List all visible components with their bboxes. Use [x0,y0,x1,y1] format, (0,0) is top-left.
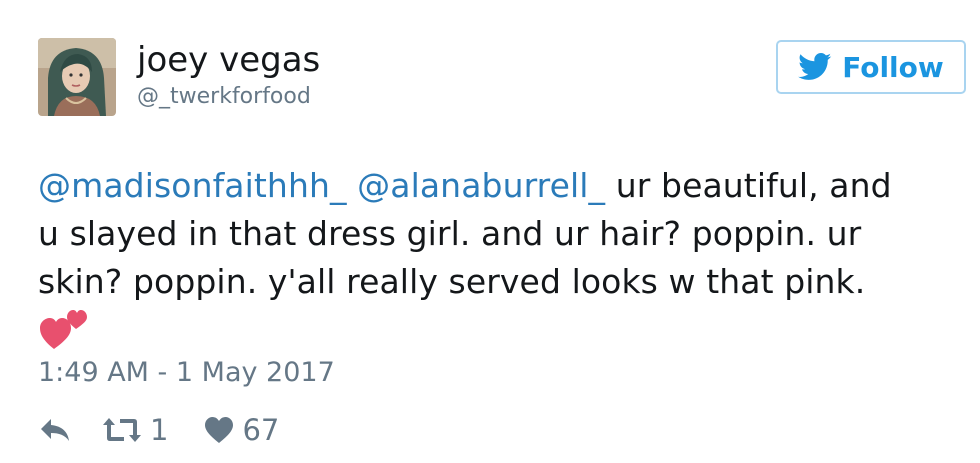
mention-link[interactable]: @alanaburrell_ [357,166,605,205]
follow-button[interactable]: Follow [776,40,966,94]
reply-icon [41,419,69,441]
twitter-bird-icon [798,53,832,80]
reply-button[interactable] [38,417,72,443]
avatar[interactable] [38,38,116,116]
retweet-button[interactable]: 1 [102,413,168,447]
profile-photo [38,38,116,116]
display-name[interactable]: joey vegas [137,38,320,82]
retweet-icon [103,418,141,442]
retweet-count: 1 [150,413,169,447]
follow-label: Follow [842,50,944,84]
timestamp[interactable]: 1:49 AM - 1 May 2017 [38,356,335,390]
user-handle[interactable]: @_twerkforfood [137,84,311,110]
tweet-text: @madisonfaithhh_ @alanaburrell_ ur beaut… [38,162,958,306]
two-hearts-emoji [40,310,87,349]
tweet-card: joey vegas @_twerkforfood Follow @madiso… [0,0,980,463]
tweet-text-line: skin? poppin. y'all really served looks … [38,262,866,301]
tweet-text-line: ur beautiful, and [605,166,892,205]
mention-link[interactable]: @madisonfaithhh_ [38,166,347,205]
heart-icon [205,417,234,443]
like-button[interactable]: 67 [204,413,279,447]
like-count: 67 [242,413,280,447]
tweet-actions: 1 67 [38,408,279,452]
tweet-text-line: u slayed in that dress girl. and ur hair… [38,214,862,253]
